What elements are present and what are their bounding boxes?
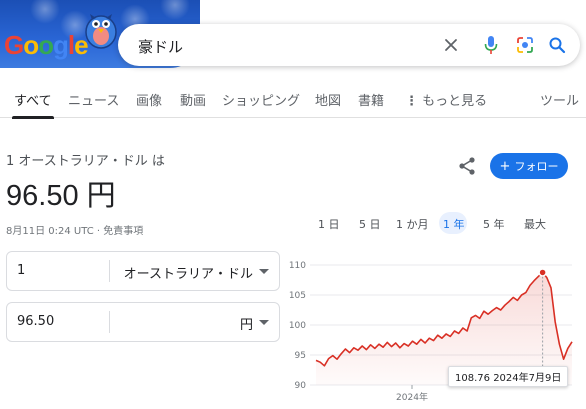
follow-label: フォロー [514, 160, 559, 173]
search-icon[interactable] [546, 34, 568, 56]
search-bar[interactable]: 豪ドル [118, 24, 580, 66]
chart-tooltip: 108.76 2024年7月9日 [448, 366, 569, 387]
tab-all[interactable]: すべて [12, 90, 54, 119]
microphone-icon[interactable] [480, 34, 502, 56]
y-tick-label: 105 [289, 291, 306, 301]
to-currency-select[interactable]: 円 [240, 314, 253, 333]
from-amount-input[interactable]: 1 [17, 263, 25, 278]
conversion-source-text: 1 オーストラリア・ドル は [6, 154, 165, 169]
exchange-rate: 96.50 円 [6, 180, 116, 212]
x-tick-label: 2024年 [396, 391, 428, 403]
field-divider [109, 260, 110, 282]
range-5d[interactable]: 5 日 [359, 216, 381, 232]
to-currency-field[interactable]: 96.50 円 [6, 302, 280, 342]
tab-maps[interactable]: 地図 [315, 90, 341, 109]
tooltip-date: 2024年7月9日 [493, 373, 562, 384]
y-tick-label: 90 [295, 381, 307, 391]
field-divider [109, 311, 110, 333]
range-max[interactable]: 最大 [524, 216, 546, 232]
lens-camera-icon[interactable] [514, 34, 536, 56]
follow-button[interactable]: + フォロー [490, 153, 568, 179]
tab-shopping[interactable]: ショッピング [222, 90, 300, 109]
highlight-point [538, 268, 547, 277]
chevron-down-icon[interactable] [259, 320, 269, 325]
search-input[interactable]: 豪ドル [138, 36, 183, 57]
y-tick-label: 110 [289, 261, 306, 271]
tab-images[interactable]: 画像 [136, 90, 162, 109]
more-vert-icon: ⋮ [405, 94, 418, 109]
range-1m[interactable]: 1 か月 [396, 216, 429, 232]
tab-news[interactable]: ニュース [68, 90, 119, 109]
y-tick-label: 95 [295, 351, 306, 361]
tab-tools[interactable]: ツール [540, 90, 579, 109]
header: Google 豪ドル [0, 0, 586, 72]
google-logo: Google [4, 30, 89, 60]
from-currency-select[interactable]: オーストラリア・ドル [124, 263, 253, 282]
range-1d[interactable]: 1 日 [318, 216, 340, 232]
share-icon[interactable] [456, 155, 478, 177]
clear-icon[interactable] [440, 34, 462, 56]
plus-icon: + [499, 158, 511, 174]
tab-more-label: もっと見る [422, 94, 488, 109]
tooltip-value: 108.76 [455, 373, 490, 384]
y-tick-label: 100 [289, 321, 306, 331]
from-currency-field[interactable]: 1 オーストラリア・ドル [6, 251, 280, 291]
to-amount-input[interactable]: 96.50 [17, 314, 54, 329]
rate-timestamp[interactable]: 8月11日 0:24 UTC · 免責事項 [6, 222, 143, 237]
tab-more[interactable]: ⋮ もっと見る [405, 90, 487, 109]
range-1y[interactable]: 1 年 [443, 216, 465, 232]
chevron-down-icon[interactable] [259, 269, 269, 274]
range-5y[interactable]: 5 年 [483, 216, 505, 232]
search-tabs: すべて ニュース 画像 動画 ショッピング 地図 書籍 ⋮ もっと見る ツール [0, 84, 586, 119]
tab-videos[interactable]: 動画 [180, 90, 206, 109]
tab-books[interactable]: 書籍 [358, 90, 384, 109]
